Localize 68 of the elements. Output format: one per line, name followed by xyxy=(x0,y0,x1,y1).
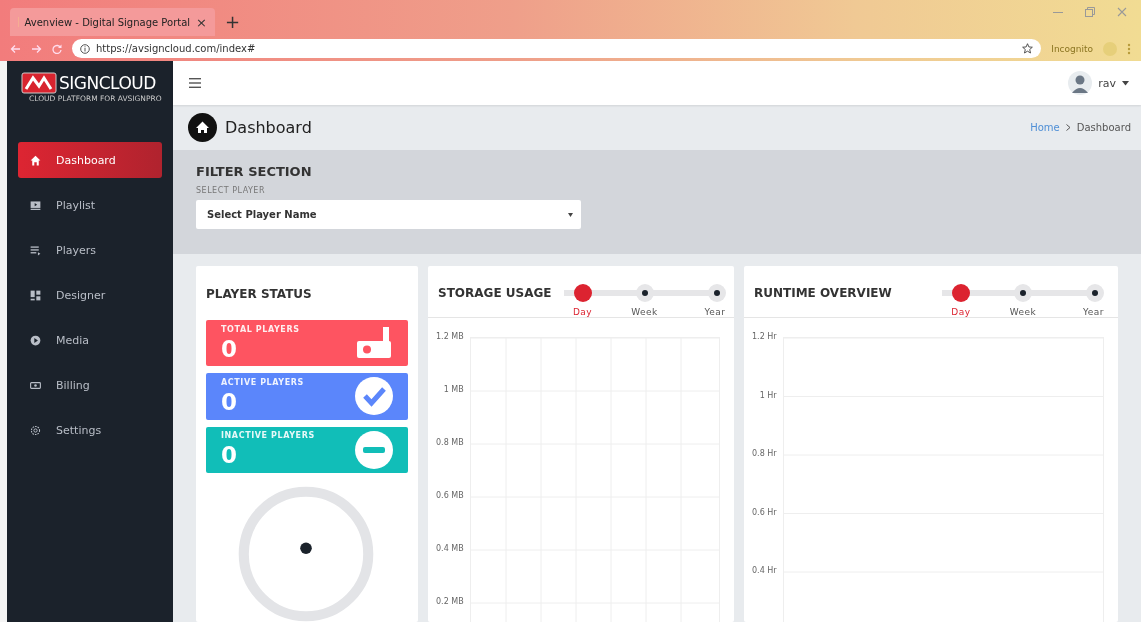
period-option[interactable]: Year xyxy=(675,284,726,317)
browser-tab[interactable]: Avenview - Digital Signage Portal × xyxy=(10,8,215,36)
stat-label: INACTIVE PLAYERS xyxy=(221,431,316,441)
designer-icon xyxy=(29,288,42,302)
period-option[interactable]: Week xyxy=(992,284,1054,317)
axis-label: 1.2 Hr xyxy=(752,332,777,343)
stat-label: ACTIVE PLAYERS xyxy=(221,377,305,387)
user-name[interactable]: rav xyxy=(1098,76,1116,90)
home-icon xyxy=(188,113,217,142)
axis-label: 1 MB xyxy=(442,385,464,396)
stat-label: TOTAL PLAYERS xyxy=(221,324,301,334)
stat-value: 0 xyxy=(221,388,238,415)
player-select[interactable]: Select Player Name xyxy=(196,200,581,229)
caret-icon[interactable] xyxy=(1122,80,1129,86)
sidebar-item[interactable]: Players xyxy=(18,232,162,268)
sidebar-item[interactable]: Dashboard xyxy=(18,142,162,178)
back-icon[interactable] xyxy=(10,43,21,54)
period-option[interactable]: Year xyxy=(1054,284,1104,317)
axis-label: 0.6 MB xyxy=(436,491,464,502)
axis-label: 0.4 MB xyxy=(436,544,464,555)
media-icon xyxy=(29,333,42,347)
sidebar-item[interactable]: Settings xyxy=(18,412,162,448)
check-circle-icon xyxy=(354,376,394,417)
axis-label: 0.2 MB xyxy=(436,597,464,608)
players-icon xyxy=(29,243,42,257)
breadcrumb-current: Dashboard xyxy=(1076,122,1131,133)
page-title: Dashboard xyxy=(225,118,312,137)
incognito-label: Incognito xyxy=(1051,43,1093,54)
caret-icon xyxy=(568,212,573,217)
sidebar-item[interactable]: Media xyxy=(18,322,162,358)
incognito-icon xyxy=(1103,41,1117,56)
restore-icon[interactable] xyxy=(1085,7,1095,17)
axis-label: 0.8 Hr xyxy=(752,449,777,460)
reload-icon[interactable] xyxy=(52,43,62,54)
stat-value: 0 xyxy=(221,442,238,469)
field-label: SELECT PLAYER xyxy=(196,186,266,195)
axis-label: 0.6 Hr xyxy=(752,507,777,519)
axis-label: 0.8 MB xyxy=(436,438,464,449)
axis-label: 1 Hr xyxy=(758,390,777,402)
sidebar-item[interactable]: Designer xyxy=(18,277,162,313)
star-icon[interactable] xyxy=(1022,43,1034,54)
home-icon xyxy=(29,153,42,167)
sidebar-item[interactable]: Billing xyxy=(18,367,162,403)
card-title: STORAGE USAGE xyxy=(438,285,552,300)
stat-value: 0 xyxy=(221,335,238,362)
logo-icon xyxy=(21,72,57,94)
avatar-icon[interactable] xyxy=(1068,71,1093,95)
close-tab-button[interactable]: × xyxy=(196,14,207,30)
axis-label: 0.4 Hr xyxy=(752,566,777,577)
sidebar-item[interactable]: Playlist xyxy=(18,187,162,223)
info-icon xyxy=(80,43,90,54)
chevron-icon xyxy=(1065,124,1071,131)
period-option[interactable]: Week xyxy=(613,284,676,317)
card-title: RUNTIME OVERVIEW xyxy=(754,285,893,300)
period-option[interactable]: Day xyxy=(930,284,992,317)
forward-icon[interactable] xyxy=(31,43,42,54)
period-option[interactable]: Day xyxy=(551,284,614,317)
new-tab-button[interactable]: + xyxy=(225,11,241,36)
playlist-icon xyxy=(29,198,42,212)
minus-circle-icon xyxy=(354,429,394,470)
axis-label: 1.2 MB xyxy=(436,332,464,343)
address-bar[interactable]: https://avsigncloud.com/index# xyxy=(72,39,1042,58)
logo-text: SIGNCLOUD xyxy=(59,73,156,93)
menu-icon[interactable] xyxy=(189,78,201,88)
settings-icon xyxy=(29,423,42,437)
section-title: FILTER SECTION xyxy=(196,164,313,179)
card-title: PLAYER STATUS xyxy=(206,286,313,303)
close-icon[interactable] xyxy=(1117,7,1127,17)
